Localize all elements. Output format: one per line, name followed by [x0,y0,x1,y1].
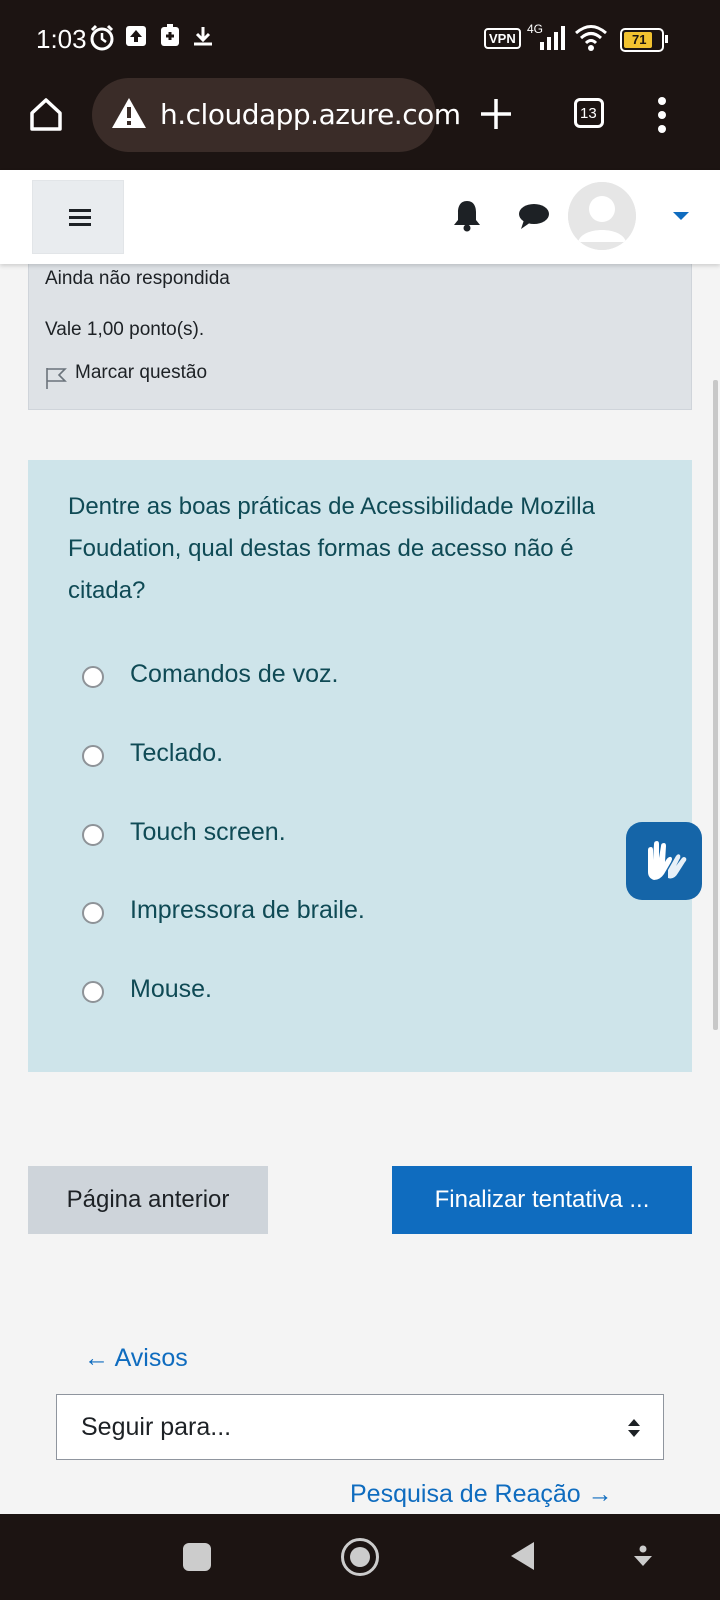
wifi-icon [575,25,607,51]
page-scrollbar[interactable] [713,380,718,1030]
radio-button[interactable] [82,981,104,1003]
home-icon[interactable] [26,94,66,134]
address-bar[interactable]: h.cloudapp.azure.com [92,78,461,152]
hide-nav-icon[interactable] [632,1544,654,1570]
warning-icon[interactable] [110,96,148,130]
vpn-badge: VPN [484,28,521,49]
question-points: Vale 1,00 ponto(s). [45,319,205,340]
battery-level: 71 [632,32,647,47]
radio-button[interactable] [82,902,104,924]
caret-down-icon[interactable] [672,210,690,222]
status-time: 1:03 [36,24,87,54]
jump-to-placeholder: Seguir para... [81,1413,232,1441]
status-bar: 1:03 VPN 4G 71 [0,0,720,78]
option-label[interactable]: Teclado. [130,739,223,768]
signal-icon [540,26,565,50]
menu-icon[interactable] [654,96,670,134]
option-label[interactable]: Comandos de voz. [130,660,338,689]
select-arrows-icon [628,1419,640,1437]
back-icon[interactable] [508,1540,536,1572]
radio-button[interactable] [82,745,104,767]
home-button-icon[interactable] [341,1538,379,1576]
download-icon [194,27,212,46]
battery-icon: 71 [620,28,668,52]
radio-button[interactable] [82,666,104,688]
tabs-icon[interactable]: 13 [574,98,604,128]
notification-icon [161,24,179,46]
finish-attempt-button[interactable]: Finalizar tentativa ... [392,1166,692,1234]
flag-icon [46,368,67,389]
option-label[interactable]: Mouse. [130,975,212,1004]
next-activity-link[interactable]: Pesquisa de Reação → [350,1480,613,1509]
previous-page-button[interactable]: Página anterior [28,1166,268,1234]
url-text[interactable]: h.cloudapp.azure.com [160,98,461,131]
option-label[interactable]: Impressora de braile. [130,896,365,925]
browser-toolbar: h.cloudapp.azure.com 13 [0,78,720,170]
alarm-icon [90,24,114,51]
upload-icon [126,26,146,46]
radio-button[interactable] [82,824,104,846]
hamburger-icon[interactable] [32,180,124,254]
site-navbar [0,170,720,264]
question-info: Ainda não respondida Vale 1,00 ponto(s).… [28,264,692,410]
avatar-icon[interactable] [568,182,636,250]
system-navigation-bar [0,1514,720,1600]
option-label[interactable]: Touch screen. [130,818,286,847]
flag-question-link[interactable]: Marcar questão [45,362,265,392]
chat-icon[interactable] [518,202,550,230]
bell-icon[interactable] [452,198,482,232]
sign-language-widget[interactable] [626,822,702,900]
hands-icon [648,841,687,880]
jump-to-select[interactable]: Seguir para... [56,1394,664,1460]
new-tab-icon[interactable] [478,96,514,132]
question-card: Dentre as boas práticas de Acessibilidad… [28,460,692,1072]
flag-label[interactable]: Marcar questão [75,362,207,384]
previous-activity-link[interactable]: ← Avisos [84,1344,188,1373]
tab-count: 13 [580,105,597,122]
question-status: Ainda não respondida [45,268,230,289]
recents-icon[interactable] [183,1543,211,1571]
question-text: Dentre as boas práticas de Acessibilidad… [68,493,595,604]
